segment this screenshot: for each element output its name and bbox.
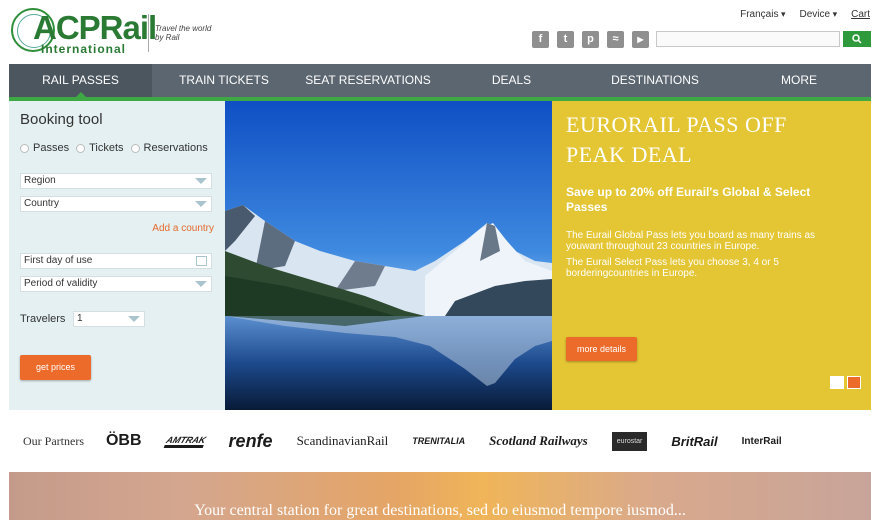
partner-eurostar-logo[interactable]: eurostar: [611, 431, 648, 451]
booking-mode-group: Passes Tickets Reservations: [20, 142, 208, 154]
more-details-button[interactable]: more details: [566, 337, 637, 361]
radio-button[interactable]: [130, 143, 140, 153]
add-country-link[interactable]: Add a country: [152, 223, 214, 234]
nav-destinations[interactable]: DESTINATIONS: [583, 64, 727, 97]
chevron-down-icon: [195, 281, 207, 287]
tagline: Travel the world by Rail: [155, 24, 235, 42]
nav-more[interactable]: MORE: [727, 64, 871, 97]
radio-passes[interactable]: Passes: [20, 142, 69, 154]
promo-subtitle: Save up to 20% off Eurail's Global & Sel…: [566, 185, 811, 214]
acprail-logo[interactable]: ACPRail International: [11, 8, 157, 56]
chevron-down-icon: [195, 178, 207, 184]
nav-seat-reservations[interactable]: SEAT RESERVATIONS: [296, 64, 440, 97]
currency-selector[interactable]: Device: [799, 9, 837, 20]
logo-text: ACPRail: [33, 9, 157, 46]
logo-divider: [148, 14, 149, 52]
get-prices-button[interactable]: get prices: [20, 355, 91, 380]
search-icon: [852, 34, 862, 44]
search-input[interactable]: [656, 31, 840, 47]
travelers-label: Travelers: [20, 313, 66, 325]
partner-trenitalia-logo[interactable]: TRENITALIA: [412, 436, 465, 446]
pinterest-icon[interactable]: p: [582, 31, 599, 48]
travelers-value: 1: [77, 313, 83, 324]
social-links: f t p ≈ ▶: [532, 31, 649, 48]
cart-link[interactable]: Cart: [851, 9, 870, 20]
search-button[interactable]: [843, 31, 871, 47]
partner-interrail-logo[interactable]: InterRail: [742, 436, 782, 447]
booking-tool: Booking tool Passes Tickets Reservations…: [9, 101, 225, 410]
mountain-lake-illustration: [225, 101, 552, 410]
booking-title: Booking tool: [20, 111, 103, 128]
banner-text: Your central station for great destinati…: [194, 502, 686, 519]
first-day-value: First day of use: [24, 255, 93, 266]
calendar-icon[interactable]: [196, 256, 207, 266]
radio-label: Reservations: [143, 142, 208, 154]
rss-icon[interactable]: ≈: [607, 31, 624, 48]
partner-renfe-logo[interactable]: renfe: [229, 431, 273, 452]
partner-scandinavianrail-logo[interactable]: ScandinavianRail: [297, 433, 389, 449]
top-links: Français Device Cart: [740, 9, 870, 20]
region-select[interactable]: Region: [20, 173, 212, 189]
main-nav: RAIL PASSES TRAIN TICKETS SEAT RESERVATI…: [9, 64, 871, 101]
region-select-value: Region: [24, 175, 56, 186]
promo-body-global: The Eurail Global Pass lets you board as…: [566, 230, 816, 252]
header: ACPRail International Travel the world b…: [0, 0, 880, 64]
logo-subtext: International: [41, 42, 127, 56]
travelers-select[interactable]: 1: [73, 311, 145, 327]
partners-strip: Our Partners ÖBB AMTRAK renfe Scandinavi…: [9, 421, 871, 461]
nav-rail-passes[interactable]: RAIL PASSES: [9, 64, 152, 97]
tagline-line-1: Travel the world: [155, 24, 212, 33]
nav-train-tickets[interactable]: TRAIN TICKETS: [152, 64, 296, 97]
nav-deals[interactable]: DEALS: [440, 64, 583, 97]
chevron-down-icon: [195, 201, 207, 207]
partner-scotland-railways-logo[interactable]: Scotland Railways: [489, 433, 588, 449]
youtube-icon[interactable]: ▶: [632, 31, 649, 48]
partner-amtrak-logo[interactable]: AMTRAK: [163, 434, 207, 448]
partner-britrail-logo[interactable]: BritRail: [671, 434, 717, 449]
radio-reservations[interactable]: Reservations: [130, 142, 208, 154]
language-selector[interactable]: Français: [740, 9, 785, 20]
slide-indicator-1[interactable]: [830, 376, 844, 389]
validity-select-value: Period of validity: [24, 278, 98, 289]
facebook-icon[interactable]: f: [532, 31, 549, 48]
twitter-icon[interactable]: t: [557, 31, 574, 48]
first-day-field[interactable]: First day of use: [20, 253, 212, 269]
validity-select[interactable]: Period of validity: [20, 276, 212, 292]
hero-mountain-image: [225, 101, 552, 410]
slide-indicator-2[interactable]: [847, 376, 861, 389]
radio-button[interactable]: [20, 143, 29, 153]
partner-obb-logo[interactable]: ÖBB: [106, 432, 142, 450]
radio-label: Passes: [33, 142, 70, 154]
radio-button[interactable]: [76, 143, 86, 153]
promo-panel: EURORAIL PASS OFF PEAK DEAL Save up to 2…: [552, 101, 871, 410]
radio-label: Tickets: [89, 142, 124, 154]
chevron-down-icon: [128, 316, 140, 322]
radio-tickets[interactable]: Tickets: [76, 142, 124, 154]
country-select[interactable]: Country: [20, 196, 212, 212]
promo-body-select: The Eurail Select Pass lets you choose 3…: [566, 257, 779, 279]
tagline-line-2: by Rail: [155, 33, 180, 42]
country-select-value: Country: [24, 198, 60, 209]
promo-title: EURORAIL PASS OFF PEAK DEAL: [566, 112, 787, 167]
partners-label: Our Partners: [23, 433, 84, 448]
bottom-banner: Your central station for great destinati…: [9, 472, 871, 520]
